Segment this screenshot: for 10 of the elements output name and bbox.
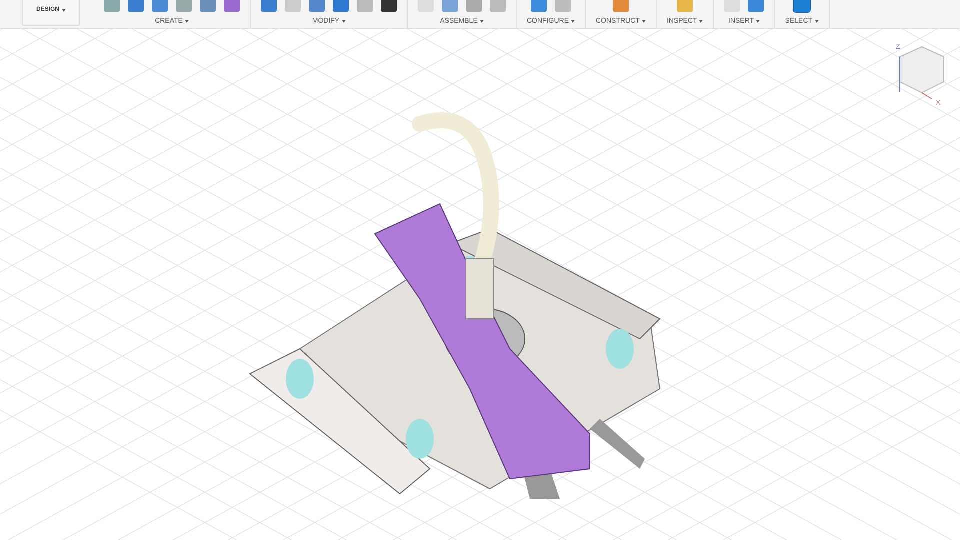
caret-icon xyxy=(62,8,66,12)
caret-icon xyxy=(184,20,189,23)
caret-icon xyxy=(642,20,646,23)
view-cube-drawing[interactable] xyxy=(900,46,944,100)
caret-icon xyxy=(480,20,484,23)
caret-icon xyxy=(699,20,704,23)
caret-icon xyxy=(814,20,819,23)
caret-icon xyxy=(571,20,575,23)
caret-icon xyxy=(756,20,760,23)
caret-icon xyxy=(342,20,346,23)
